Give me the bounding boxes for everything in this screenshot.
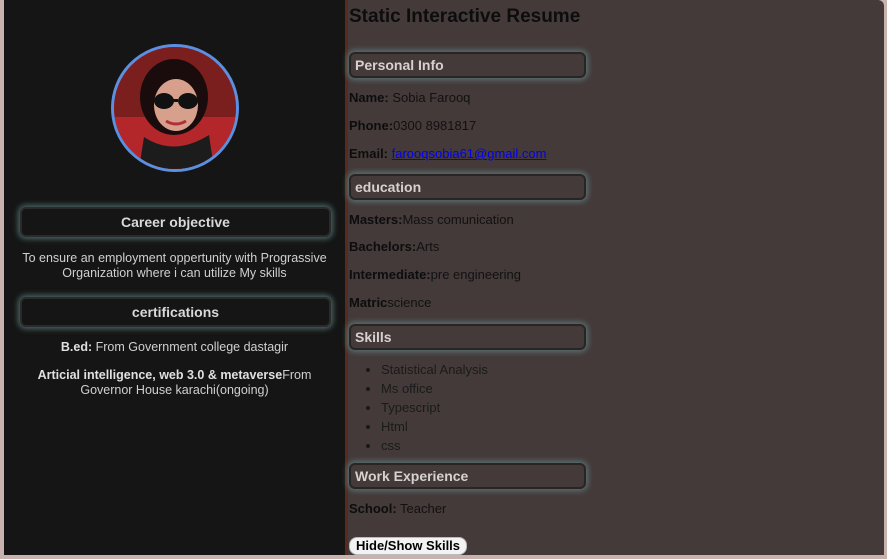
education-item: Bachelors:Arts [349, 239, 439, 254]
education-label: Matric [349, 295, 388, 310]
work-field: School: Teacher [349, 501, 446, 516]
email-label: Email: [349, 146, 389, 161]
education-heading: education [349, 174, 586, 200]
name-label: Name: [349, 90, 389, 105]
main-content: Static Interactive Resume Personal Info … [348, 0, 884, 555]
work-value: Teacher [396, 501, 447, 516]
career-objective-heading: Career objective [20, 207, 331, 237]
skill-item: Typescript [381, 398, 488, 417]
name-field: Name: Sobia Farooq [349, 90, 470, 105]
education-item: Matricscience [349, 295, 431, 310]
page-title: Static Interactive Resume [349, 6, 581, 27]
education-value: Arts [416, 239, 440, 254]
certification-title: B.ed: [60, 340, 93, 354]
education-label: Masters: [349, 212, 403, 227]
phone-label: Phone: [349, 118, 394, 133]
skills-heading: Skills [349, 324, 586, 350]
phone-value: 0300 8981817 [393, 118, 477, 133]
education-label: Bachelors: [349, 239, 417, 254]
career-objective-text: To ensure an employment oppertunity with… [22, 251, 327, 280]
email-link[interactable]: farooqsobia61@gmail.com [392, 146, 547, 161]
phone-field: Phone:0300 8981817 [349, 118, 476, 133]
skill-item: Html [381, 417, 488, 436]
work-experience-heading: Work Experience [349, 463, 586, 489]
certification-desc: From Government college dastagir [92, 340, 289, 354]
skill-item: Statistical Analysis [381, 360, 488, 379]
work-label: School: [349, 501, 397, 516]
sidebar: Career objective To ensure an employment… [4, 0, 345, 555]
skill-item: Ms office [381, 379, 488, 398]
toggle-skills-button[interactable]: Hide/Show Skills [349, 537, 468, 555]
education-value: science [387, 295, 432, 310]
personal-info-heading: Personal Info [349, 52, 586, 78]
education-item: Masters:Mass comunication [349, 212, 514, 227]
skill-item: css [381, 436, 488, 455]
education-value: Mass comunication [402, 212, 514, 227]
profile-photo-icon [114, 47, 236, 169]
certification-item: Articial intelligence, web 3.0 & metaver… [14, 368, 335, 398]
education-item: Intermediate:pre engineering [349, 267, 521, 282]
skills-list: Statistical Analysis Ms office Typescrip… [349, 360, 488, 455]
education-value: pre engineering [430, 267, 521, 282]
certification-item: B.ed: From Government college dastagir [14, 340, 335, 355]
certifications-heading: certifications [20, 297, 331, 327]
certification-title: Articial intelligence, web 3.0 & metaver… [37, 368, 283, 382]
email-field: Email: farooqsobia61@gmail.com [349, 146, 546, 161]
education-label: Intermediate: [349, 267, 431, 282]
profile-avatar [111, 44, 239, 172]
name-value: Sobia Farooq [388, 90, 471, 105]
